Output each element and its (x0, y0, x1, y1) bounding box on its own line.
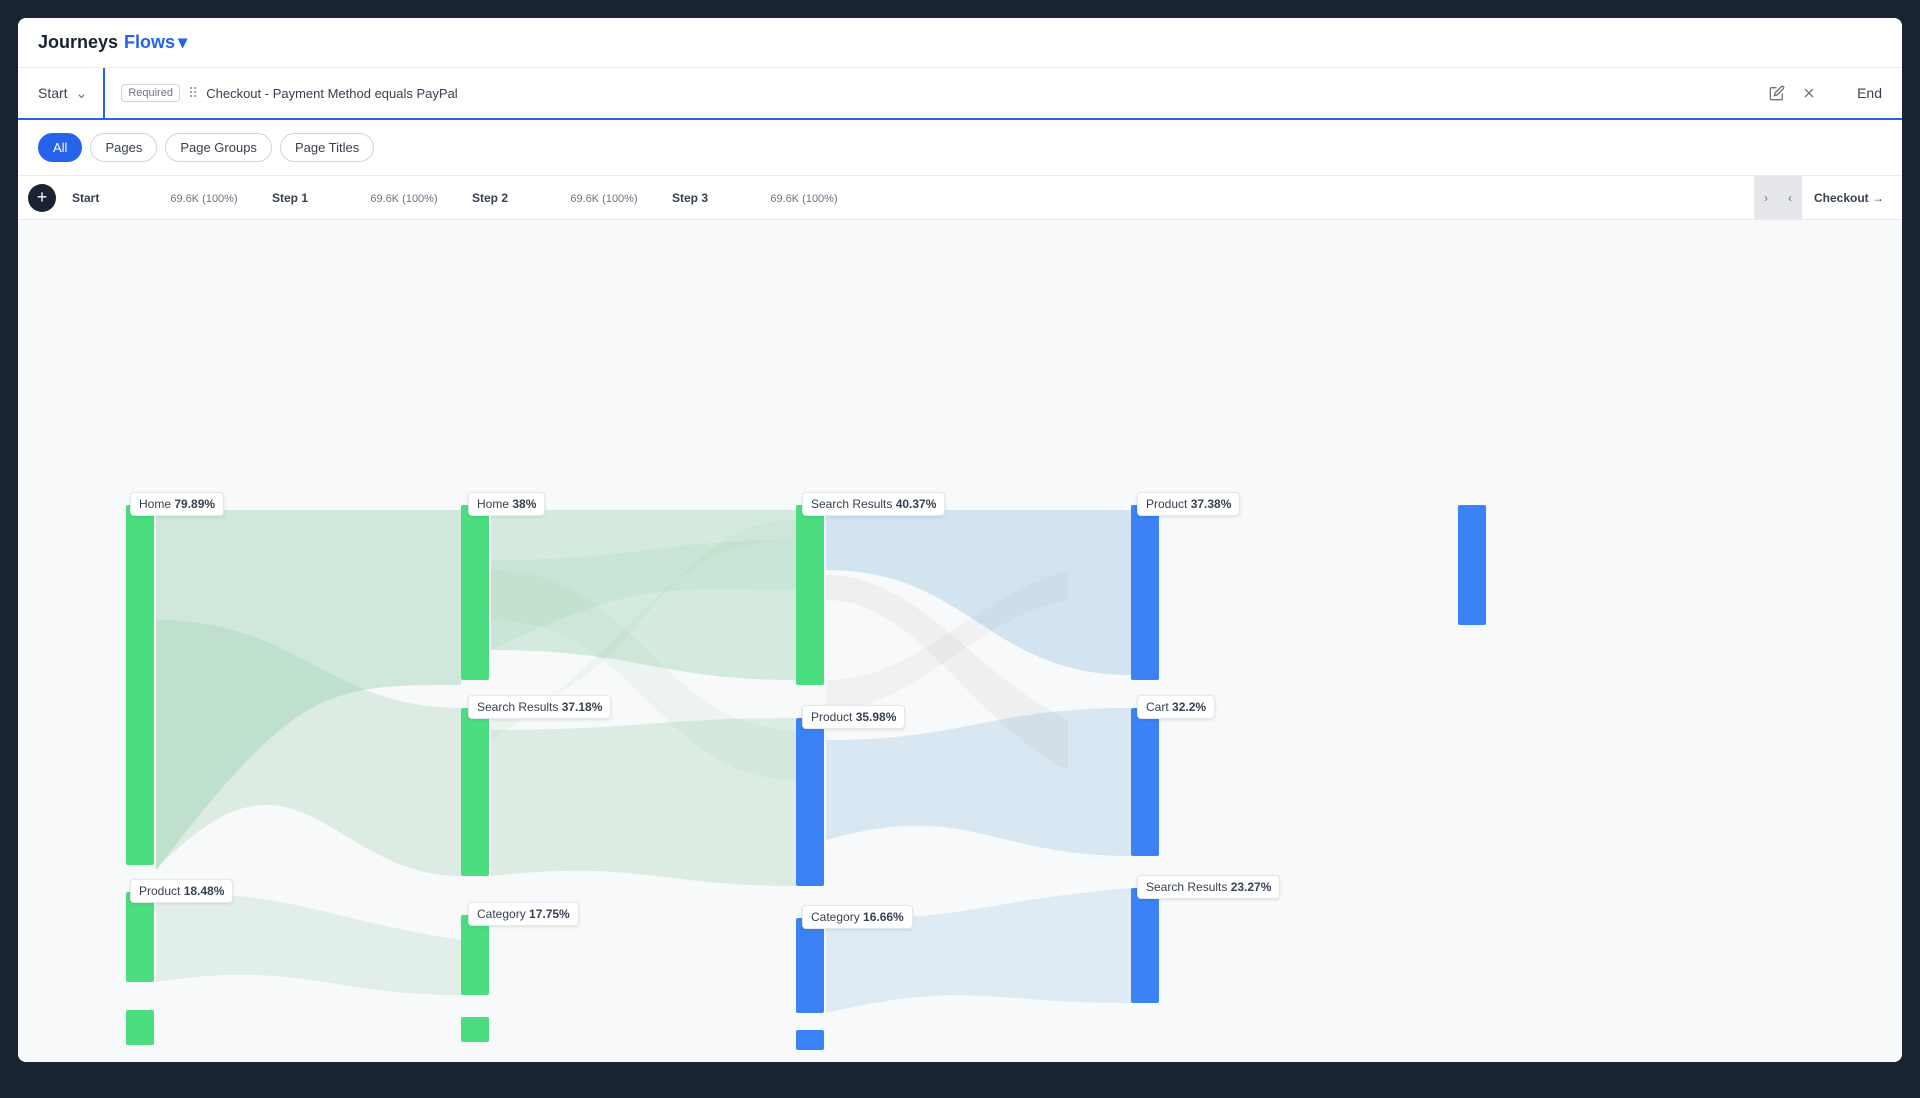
label-start-home[interactable]: Home 79.89% (130, 492, 224, 516)
node-bar-step2-search[interactable] (796, 505, 824, 685)
step-count-1: 69.6K (100%) (370, 193, 437, 205)
label-step3-product[interactable]: Product 37.38% (1137, 492, 1240, 516)
label-step3-cart[interactable]: Cart 32.2% (1137, 695, 1215, 719)
label-step2-category[interactable]: Category 16.66% (802, 905, 913, 929)
condition-text: Checkout - Payment Method equals PayPal (206, 86, 457, 101)
label-step2-product[interactable]: Product 35.98% (802, 705, 905, 729)
node-bar-checkout-1[interactable] (1458, 505, 1486, 625)
step-2-label: Step 2 (472, 191, 508, 205)
label-step1-category[interactable]: Category 17.75% (468, 902, 579, 926)
flows-chevron-icon: ▾ (178, 32, 187, 53)
start-chevron-icon[interactable]: ⌄ (76, 85, 88, 102)
node-bar-step1-home[interactable] (461, 505, 489, 680)
sankey-svg (18, 220, 1902, 1062)
nav-next-button[interactable]: › (1754, 176, 1778, 220)
filter-pages-button[interactable]: Pages (90, 133, 157, 162)
step-start-label: Start (72, 191, 99, 205)
node-bar-start-small[interactable] (126, 1010, 154, 1045)
node-bar-step2-product[interactable] (796, 718, 824, 886)
required-badge: Required (121, 84, 180, 102)
label-step3-search[interactable]: Search Results 23.27% (1137, 875, 1280, 899)
flow-area: Home 79.89% Home 38% Search Results 37.1… (18, 220, 1902, 1062)
drag-icon: ⠿ (188, 85, 198, 102)
node-bar-step1-small[interactable] (461, 1017, 489, 1042)
close-condition-button[interactable] (1797, 81, 1821, 105)
label-step2-search[interactable]: Search Results 40.37% (802, 492, 945, 516)
node-bar-step1-category[interactable] (461, 915, 489, 995)
filter-all-button[interactable]: All (38, 133, 82, 162)
node-bar-start-product[interactable] (126, 892, 154, 982)
node-bar-step3-search[interactable] (1131, 888, 1159, 1003)
filter-page-groups-button[interactable]: Page Groups (165, 133, 272, 162)
journeys-label: Journeys (38, 32, 118, 53)
step-count-0: 69.6K (100%) (170, 193, 237, 205)
node-bar-step3-product[interactable] (1131, 505, 1159, 680)
filter-page-titles-button[interactable]: Page Titles (280, 133, 374, 162)
node-bar-step1-search[interactable] (461, 708, 489, 876)
node-bar-start-home[interactable] (126, 505, 154, 865)
node-bar-step2-small[interactable] (796, 1030, 824, 1050)
start-label: Start (38, 85, 68, 101)
nav-prev-button[interactable]: ‹ (1778, 176, 1802, 220)
node-bar-step2-category[interactable] (796, 918, 824, 1013)
label-start-product[interactable]: Product 18.48% (130, 879, 233, 903)
node-bar-step3-cart[interactable] (1131, 708, 1159, 856)
flows-dropdown[interactable]: Flows ▾ (124, 32, 187, 53)
label-step1-search[interactable]: Search Results 37.18% (468, 695, 611, 719)
label-step1-home[interactable]: Home 38% (468, 492, 545, 516)
step-count-3: 69.6K (100%) (770, 193, 837, 205)
flows-label: Flows (124, 32, 175, 53)
step-count-2: 69.6K (100%) (570, 193, 637, 205)
add-step-button[interactable]: + (28, 184, 56, 212)
step-1-label: Step 1 (272, 191, 308, 205)
edit-condition-button[interactable] (1765, 81, 1789, 105)
checkout-label: Checkout → (1802, 191, 1902, 205)
step-3-label: Step 3 (672, 191, 708, 205)
end-label: End (1857, 85, 1882, 101)
